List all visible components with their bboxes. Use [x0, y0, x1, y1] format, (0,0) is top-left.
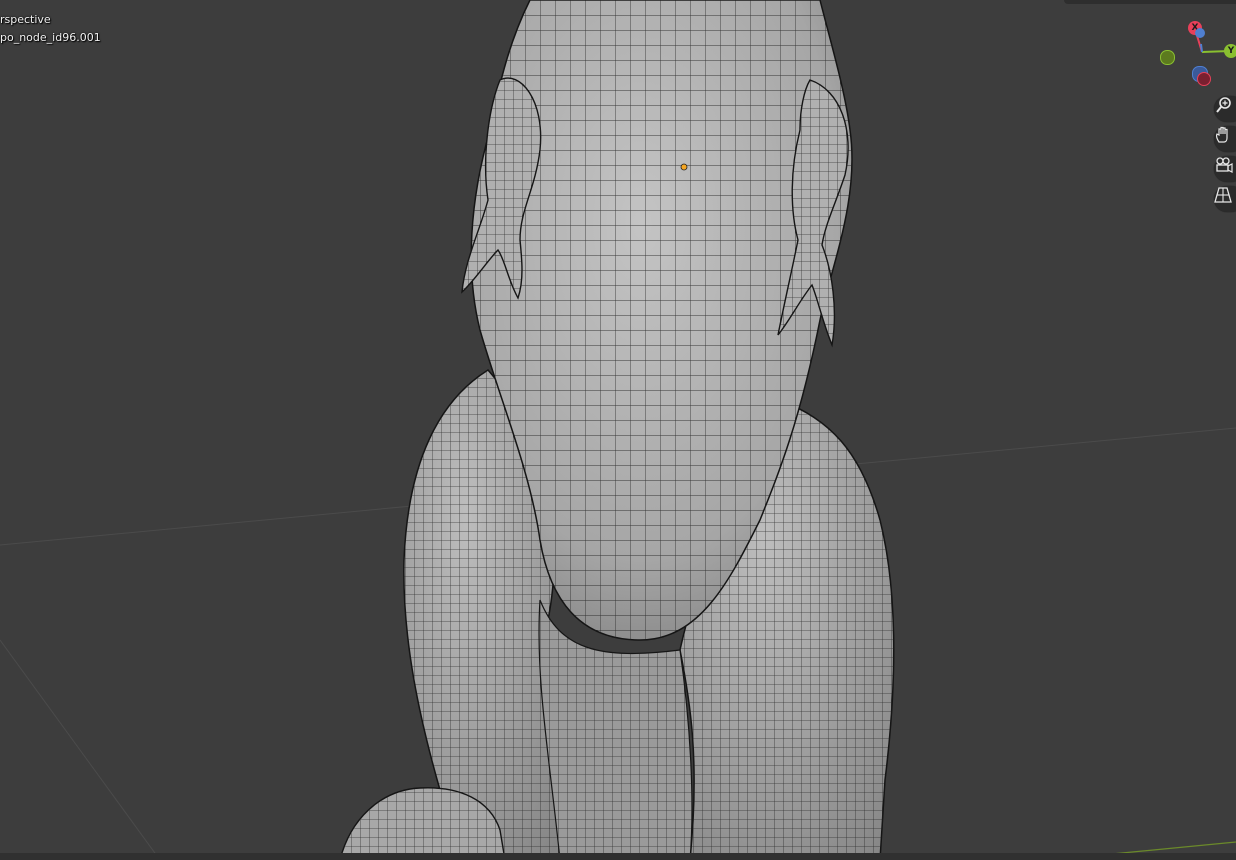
gizmo-neg-x-axis[interactable] [1197, 72, 1211, 86]
viewport-canvas[interactable] [0, 0, 1236, 860]
object-origin-dot [680, 163, 688, 171]
mesh-model[interactable] [339, 0, 895, 860]
gizmo-y-axis[interactable]: Y [1224, 44, 1236, 58]
view-mode-label: rspective [0, 13, 51, 26]
3d-viewport[interactable]: rspective po_node_id96.001 X Y [0, 0, 1236, 860]
header-edge [1064, 0, 1236, 4]
active-object-label: po_node_id96.001 [0, 31, 101, 44]
gizmo-z-axis[interactable] [1195, 28, 1205, 38]
pan-button[interactable] [1214, 126, 1236, 152]
pan-hand-icon [1216, 126, 1228, 143]
zoom-button[interactable] [1214, 96, 1236, 122]
ortho-toggle-button[interactable] [1214, 186, 1236, 212]
camera-view-icon [1216, 157, 1233, 173]
navigation-gizmo[interactable]: X Y [1150, 14, 1236, 94]
gizmo-neg-y-axis[interactable] [1160, 50, 1175, 65]
ortho-grid-icon [1214, 187, 1232, 203]
zoom-icon [1216, 97, 1231, 113]
viewport-bottom-edge [0, 853, 1236, 860]
camera-view-button[interactable] [1214, 156, 1236, 182]
